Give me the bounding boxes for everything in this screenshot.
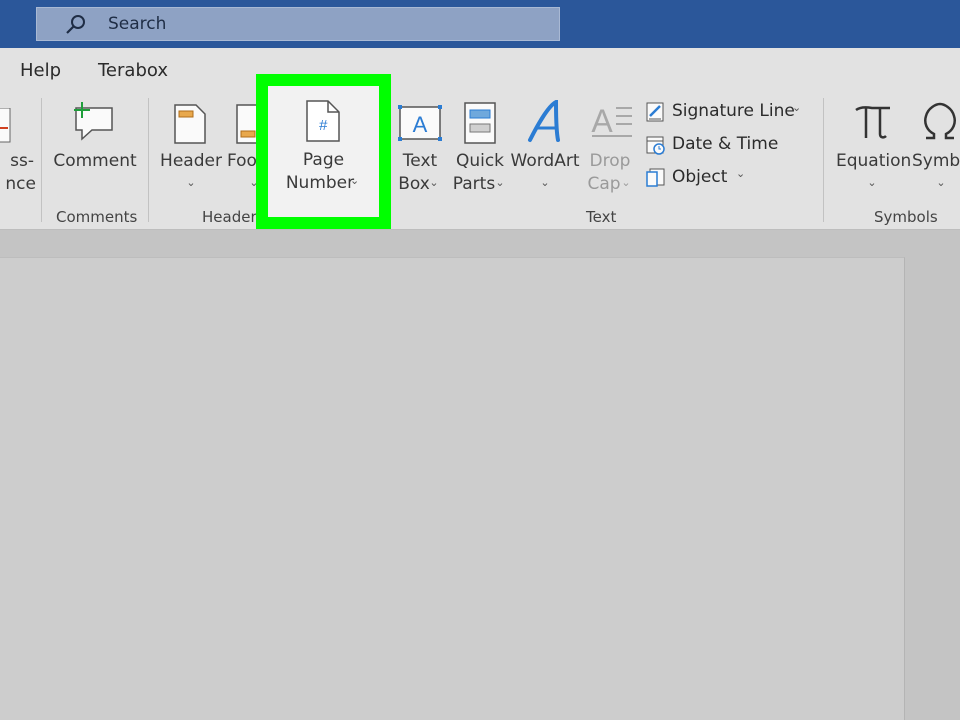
cross-reference-icon xyxy=(0,108,11,143)
chevron-down-icon: ⌄ xyxy=(936,176,946,189)
header-button[interactable]: Header ⌄ xyxy=(160,92,222,202)
cross-reference-button[interactable]: ss- nce xyxy=(0,92,40,202)
comment-button[interactable]: Comment xyxy=(52,92,138,202)
equation-label: Equation xyxy=(836,151,912,171)
search-box[interactable]: Search xyxy=(36,7,560,41)
quick-parts-icon xyxy=(464,102,496,144)
wordart-icon xyxy=(528,100,560,142)
drop-cap-icon: A xyxy=(591,103,632,139)
document-page[interactable] xyxy=(0,257,905,720)
calendar-clock-icon xyxy=(646,136,665,155)
pi-icon xyxy=(855,106,890,139)
wordart-button[interactable]: WordArt ⌄ xyxy=(510,92,580,202)
ribbon-tabs: Help Terabox xyxy=(0,48,960,92)
header-label: Header xyxy=(160,151,222,171)
text-box-label-1: Text xyxy=(402,151,438,171)
header-icon xyxy=(174,104,206,144)
group-separator xyxy=(823,98,824,222)
equation-button[interactable]: Equation ⌄ xyxy=(836,92,912,202)
object-icon xyxy=(646,168,665,187)
ribbon-insert: ss- nce Comment Comments Header ⌄ Footer… xyxy=(0,92,960,230)
signature-line-icon xyxy=(646,102,664,122)
tab-help[interactable]: Help xyxy=(20,60,61,81)
cross-reference-label-1: ss- xyxy=(10,151,34,171)
text-box-icon: A xyxy=(398,105,442,141)
group-label-comments: Comments xyxy=(56,208,138,226)
date-time-label: Date & Time xyxy=(672,134,779,154)
svg-text:A: A xyxy=(591,103,613,139)
signature-line-label: Signature Line xyxy=(672,101,795,121)
quick-parts-label-1: Quick xyxy=(455,151,505,171)
tab-terabox[interactable]: Terabox xyxy=(98,60,168,81)
chevron-down-icon: ⌄ xyxy=(540,176,550,189)
svg-text:A: A xyxy=(413,112,428,137)
group-separator xyxy=(41,98,42,222)
drop-cap-label-1: Drop xyxy=(589,151,631,171)
title-bar: Search xyxy=(0,0,960,48)
search-placeholder: Search xyxy=(108,14,167,34)
omega-icon xyxy=(924,102,956,140)
group-separator xyxy=(148,98,149,222)
symbol-button[interactable]: Symbol ⌄ xyxy=(910,92,960,202)
search-icon xyxy=(66,15,85,34)
drop-cap-button[interactable]: A Drop Cap ⌄ xyxy=(584,92,636,202)
group-label-symbols: Symbols xyxy=(874,208,938,226)
text-box-button[interactable]: A Text Box ⌄ xyxy=(394,92,446,202)
new-comment-icon xyxy=(74,102,113,141)
chevron-down-icon[interactable]: ⌄ xyxy=(792,101,801,114)
chevron-down-icon: ⌄ xyxy=(186,176,196,189)
wordart-label: WordArt xyxy=(510,151,580,171)
group-label-text: Text xyxy=(586,208,617,226)
highlight-box xyxy=(256,74,391,229)
object-label: Object xyxy=(672,167,728,187)
chevron-down-icon: ⌄ xyxy=(867,176,877,189)
cross-reference-label-2: nce xyxy=(5,174,36,194)
comment-label: Comment xyxy=(53,151,137,171)
quick-parts-button[interactable]: Quick Parts ⌄ xyxy=(452,92,508,202)
chevron-down-icon: ⌄ xyxy=(621,176,631,189)
symbol-label: Symbol xyxy=(912,151,960,171)
chevron-down-icon[interactable]: ⌄ xyxy=(736,167,745,180)
